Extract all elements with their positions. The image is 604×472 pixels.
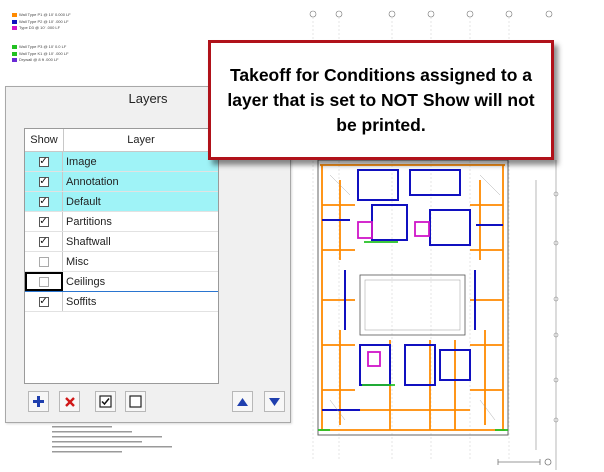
add-icon — [33, 396, 44, 407]
show-checkbox-shaftwall[interactable]: ✓ — [38, 236, 49, 247]
legend-swatch — [12, 13, 17, 18]
show-cell: ✓ — [25, 292, 63, 311]
legend-swatch — [12, 51, 17, 56]
legend-swatch — [12, 26, 17, 31]
layer-name[interactable]: Image — [63, 152, 218, 171]
move-up-icon — [237, 397, 248, 406]
show-all-button[interactable] — [95, 391, 116, 412]
legend-group-1: Wall Type P1 @ 10' 0.000 LF Wall Type P2… — [12, 12, 71, 32]
show-cell: ✓ — [25, 232, 63, 251]
show-checkbox-partitions[interactable]: ✓ — [38, 216, 49, 227]
legend-item: Type D3 @ 10' .000 LF — [12, 25, 71, 32]
layer-name[interactable]: Shaftwall — [63, 232, 218, 251]
show-cell: ✓ — [25, 192, 63, 211]
add-layer-button[interactable] — [28, 391, 49, 412]
move-down-button[interactable] — [264, 391, 285, 412]
show-checkbox-soffits[interactable]: ✓ — [38, 296, 49, 307]
layer-row-image[interactable]: ✓ Image — [25, 152, 218, 172]
layer-name[interactable]: Annotation — [63, 172, 218, 191]
layer-name[interactable]: Default — [63, 192, 218, 211]
show-cell: ✓ — [25, 172, 63, 191]
layer-row-annotation[interactable]: ✓ Annotation — [25, 172, 218, 192]
show-checkbox-default[interactable]: ✓ — [38, 196, 49, 207]
column-header-layer[interactable]: Layer — [64, 129, 218, 151]
layer-name[interactable]: Soffits — [63, 292, 218, 311]
legend-swatch — [12, 58, 17, 63]
check-all-icon — [99, 395, 112, 408]
show-checkbox-ceilings[interactable] — [38, 276, 49, 287]
hide-all-button[interactable] — [125, 391, 146, 412]
show-cell: ✓ — [25, 212, 63, 231]
layer-row-soffits[interactable]: ✓ Soffits — [25, 292, 218, 312]
callout-text: Takeoff for Conditions assigned to a lay… — [227, 64, 535, 135]
legend-item-label: Drywall @ 8 ft .000 LF — [19, 57, 59, 62]
legend-item-label: Type D3 @ 10' .000 LF — [19, 25, 61, 30]
show-cell: ✓ — [25, 152, 63, 171]
layer-name[interactable]: Misc — [63, 252, 218, 271]
show-checkbox-annotation[interactable]: ✓ — [38, 176, 49, 187]
callout-note: Takeoff for Conditions assigned to a lay… — [208, 40, 554, 160]
layers-grid-empty-space — [25, 312, 218, 383]
delete-layer-button[interactable] — [59, 391, 80, 412]
layer-row-default[interactable]: ✓ Default — [25, 192, 218, 212]
layer-row-misc[interactable]: Misc — [25, 252, 218, 272]
show-checkbox-misc[interactable] — [38, 256, 49, 267]
layer-name[interactable]: Ceilings — [63, 272, 218, 291]
legend-item: Drywall @ 8 ft .000 LF — [12, 57, 69, 64]
layer-row-ceilings[interactable]: Ceilings — [25, 272, 218, 292]
column-header-show[interactable]: Show — [25, 129, 64, 151]
layers-toolbar — [6, 391, 290, 413]
move-down-icon — [269, 397, 280, 406]
layers-grid: Show Layer ✓ Image ✓ Annotation ✓ Defaul… — [24, 128, 219, 384]
legend-swatch — [12, 19, 17, 24]
show-cell — [25, 252, 63, 271]
uncheck-all-icon — [129, 395, 142, 408]
legend-swatch — [12, 45, 17, 50]
delete-icon — [64, 396, 75, 407]
layer-row-partitions[interactable]: ✓ Partitions — [25, 212, 218, 232]
layer-name[interactable]: Partitions — [63, 212, 218, 231]
show-cell — [25, 272, 63, 291]
legend-group-2: Wall Type P3 @ 10' 0.0 LF Wall Type K1 @… — [12, 44, 69, 64]
layer-row-shaftwall[interactable]: ✓ Shaftwall — [25, 232, 218, 252]
layers-grid-header: Show Layer — [25, 129, 218, 152]
move-up-button[interactable] — [232, 391, 253, 412]
show-checkbox-image[interactable]: ✓ — [38, 156, 49, 167]
